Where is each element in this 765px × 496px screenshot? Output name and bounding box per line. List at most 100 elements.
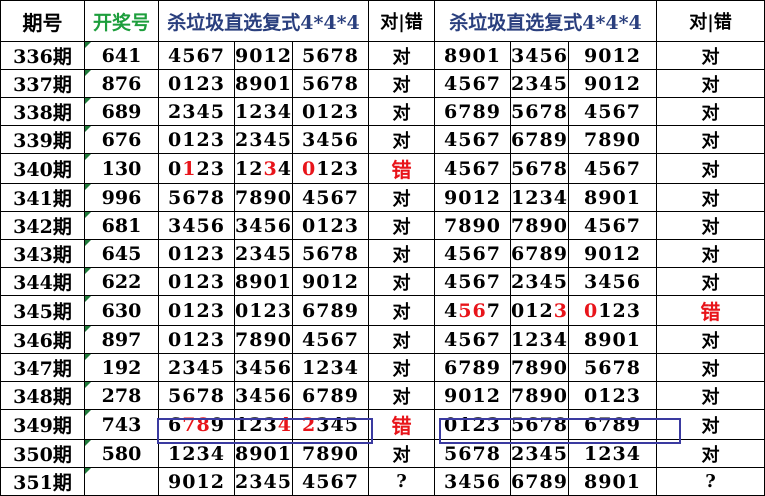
draw-number-cell: 681 — [84, 211, 159, 240]
group-a-set-3: 4567 — [292, 467, 369, 496]
digit: 7 — [486, 299, 501, 322]
group-b-set-3: 4567 — [568, 97, 657, 126]
group-a-result: 对 — [368, 325, 435, 354]
group-b-set-2: 5678 — [510, 153, 569, 184]
group-a-result: 对 — [368, 211, 435, 240]
group-b-set-2: 6789 — [510, 125, 569, 154]
digit: 3 — [344, 157, 359, 180]
group-a-set-3: 0123 — [292, 211, 369, 240]
digit: 3 — [210, 157, 225, 180]
group-b-set-3: 4567 — [568, 153, 657, 184]
group-a-set-2: 2345 — [234, 125, 293, 154]
group-a-set-2: 1234 — [234, 153, 293, 184]
missed-digit: 1 — [182, 157, 197, 180]
header-draw-number: 开奖号 — [84, 0, 159, 42]
group-b-set-1: 6789 — [434, 97, 511, 126]
group-b-set-1: 6789 — [434, 353, 511, 382]
group-b-set-1: 4567 — [434, 295, 511, 326]
group-a-set-1: 9012 — [158, 467, 235, 496]
missed-digit: 0 — [584, 299, 599, 322]
missed-digit: 3 — [553, 299, 568, 322]
group-a-set-1: 0123 — [158, 325, 235, 354]
group-b-result: 对 — [656, 183, 765, 212]
table-row: 340期 130 0123 1234 0123 错 4567 5678 4567 对 — [0, 153, 765, 184]
draw-number-cell: 622 — [84, 267, 159, 296]
issue-cell: 349期 — [0, 409, 85, 440]
digit: 0 — [511, 299, 526, 322]
missed-digit: 3 — [263, 157, 278, 180]
group-a-set-3: 4567 — [292, 183, 369, 212]
group-b-result: 对 — [656, 239, 765, 268]
group-a-set-2: 0123 — [234, 295, 293, 326]
group-b-result: 对 — [656, 41, 765, 70]
group-b-result: 对 — [656, 153, 765, 184]
table-row: 344期 622 0123 8901 9012 对 4567 2345 3456 对 — [0, 267, 765, 296]
group-b-set-3: 4567 — [568, 211, 657, 240]
issue-cell: 341期 — [0, 183, 85, 212]
group-b-set-3: 9012 — [568, 239, 657, 268]
digit: 2 — [249, 157, 264, 180]
digit: 0 — [168, 157, 183, 180]
issue-cell: 340期 — [0, 153, 85, 184]
group-a-set-1: 3456 — [158, 211, 235, 240]
draw-number-cell: 743 — [84, 409, 159, 440]
group-a-set-1: 5678 — [158, 183, 235, 212]
group-b-set-3: 3456 — [568, 267, 657, 296]
group-b-set-2: 5678 — [510, 409, 569, 440]
draw-number-cell: 130 — [84, 153, 159, 184]
group-b-set-1: 3456 — [434, 467, 511, 496]
group-b-result: 对 — [656, 125, 765, 154]
group-b-set-2: 0123 — [510, 295, 569, 326]
group-a-set-2: 9012 — [234, 41, 293, 70]
issue-cell: 347期 — [0, 353, 85, 382]
digit: 4 — [330, 413, 345, 436]
group-a-set-2: 1234 — [234, 97, 293, 126]
issue-cell: 338期 — [0, 97, 85, 126]
group-a-set-2: 2345 — [234, 239, 293, 268]
group-a-set-2: 3456 — [234, 211, 293, 240]
group-a-result: 对 — [368, 353, 435, 382]
header-issue: 期号 — [0, 0, 85, 42]
group-a-set-2: 7890 — [234, 183, 293, 212]
group-a-result: 对 — [368, 239, 435, 268]
group-b-set-3: 7890 — [568, 125, 657, 154]
group-a-set-3: 0123 — [292, 97, 369, 126]
group-b-result: 对 — [656, 211, 765, 240]
group-a-set-2: 2345 — [234, 467, 293, 496]
header-row: 期号 开奖号 杀垃圾直选复式4*4*4 对|错 杀垃圾直选复式4*4*4 对|错 — [0, 0, 765, 42]
issue-cell: 339期 — [0, 125, 85, 154]
group-a-set-1: 4567 — [158, 41, 235, 70]
group-b-set-2: 2345 — [510, 69, 569, 98]
group-a-result: 对 — [368, 381, 435, 410]
table-row: 351期 9012 2345 4567? 3456 6789 8901? — [0, 467, 765, 496]
missed-digit: 0 — [302, 157, 317, 180]
group-a-set-3: 5678 — [292, 69, 369, 98]
group-a-result: ? — [368, 467, 435, 496]
group-a-set-2: 3456 — [234, 381, 293, 410]
digit: 1 — [316, 157, 331, 180]
group-a-set-1: 6789 — [158, 409, 235, 440]
missed-digit: 8 — [196, 413, 211, 436]
digit: 2 — [196, 157, 211, 180]
group-a-set-3: 5678 — [292, 41, 369, 70]
group-a-set-1: 0123 — [158, 125, 235, 154]
group-b-set-3: 9012 — [568, 69, 657, 98]
header-group-b-result: 对|错 — [656, 0, 765, 42]
table-row: 343期 645 0123 2345 5678 对 4567 6789 9012 对 — [0, 239, 765, 268]
group-a-set-2: 7890 — [234, 325, 293, 354]
group-a-result: 对 — [368, 183, 435, 212]
table-row: 347期 192 2345 3456 1234 对 6789 7890 5678 对 — [0, 353, 765, 382]
issue-cell: 337期 — [0, 69, 85, 98]
digit: 4 — [277, 157, 292, 180]
prediction-table: 期号 开奖号 杀垃圾直选复式4*4*4 对|错 杀垃圾直选复式4*4*4 对|错… — [0, 0, 765, 496]
issue-cell: 351期 — [0, 467, 85, 496]
draw-number-cell: 897 — [84, 325, 159, 354]
group-b-result: 对 — [656, 409, 765, 440]
group-a-set-2: 1234 — [234, 409, 293, 440]
digit: 1 — [598, 299, 613, 322]
digit: 2 — [249, 413, 264, 436]
group-b-set-1: 4567 — [434, 239, 511, 268]
group-a-set-3: 6789 — [292, 295, 369, 326]
group-a-result: 对 — [368, 295, 435, 326]
group-b-set-2: 1234 — [510, 183, 569, 212]
